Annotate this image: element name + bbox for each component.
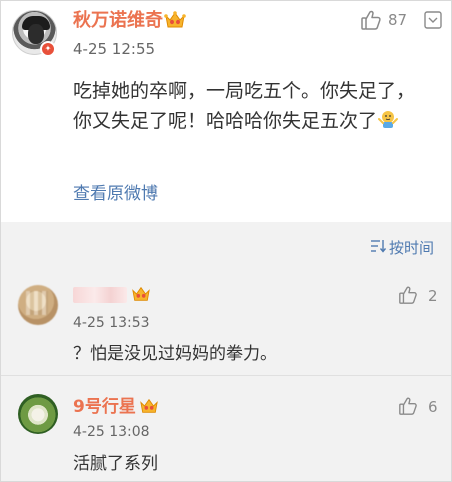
username[interactable]: 秋万诺维奇 — [73, 10, 163, 32]
like-count: 87 — [388, 11, 408, 29]
sort-bar: 按时间 — [0, 222, 452, 270]
thumbs-up-icon[interactable] — [360, 9, 382, 35]
sort-label: 按时间 — [388, 239, 434, 257]
vip-crown-icon — [131, 285, 151, 307]
sort-by-time-button[interactable]: 按时间 — [370, 237, 434, 258]
like-count: 6 — [428, 398, 438, 416]
timestamp: 4-25 13:53 — [73, 315, 150, 331]
timestamp: 4-25 13:08 — [73, 424, 150, 440]
reply-text: 活腻了系列 — [73, 454, 158, 474]
thumbs-up-icon[interactable] — [398, 285, 418, 309]
reply-item: 4-25 13:53 ？怕是没见过妈妈的拳力。 2 — [0, 270, 452, 375]
reply-item: 9号行星 4-25 13:08 活腻了系列 6 — [0, 376, 452, 481]
avatar-face — [28, 24, 44, 44]
vip-crown-icon — [139, 397, 159, 419]
username[interactable]: 9号行星 — [73, 397, 136, 417]
redacted-name-block — [73, 287, 127, 303]
reply-text: ？怕是没见过妈妈的拳力。 — [73, 344, 277, 364]
avatar[interactable] — [18, 394, 58, 434]
main-comment: ✦ 秋万诺维奇 4-25 12:55 87 吃掉她的卒啊，一局吃五个。你失足了，… — [0, 0, 452, 222]
more-options-icon[interactable] — [424, 11, 442, 33]
comment-text: 吃掉她的卒啊，一局吃五个。你失足了，你又失足了呢！哈哈哈你失足五次了 — [73, 80, 416, 132]
view-original-link[interactable]: 查看原微博 — [73, 183, 158, 205]
sort-icon — [370, 239, 387, 257]
vip-crown-icon — [164, 10, 186, 34]
verified-badge-icon: ✦ — [40, 41, 56, 57]
thumbs-up-icon[interactable] — [398, 396, 418, 420]
username-redacted[interactable] — [73, 285, 127, 305]
comment-body: 吃掉她的卒啊，一局吃五个。你失足了，你又失足了呢！哈哈哈你失足五次了 — [73, 76, 433, 139]
timestamp: 4-25 12:55 — [73, 40, 156, 58]
like-count: 2 — [428, 287, 438, 305]
avatar[interactable] — [18, 285, 58, 325]
shrug-emoji-icon — [377, 108, 399, 139]
